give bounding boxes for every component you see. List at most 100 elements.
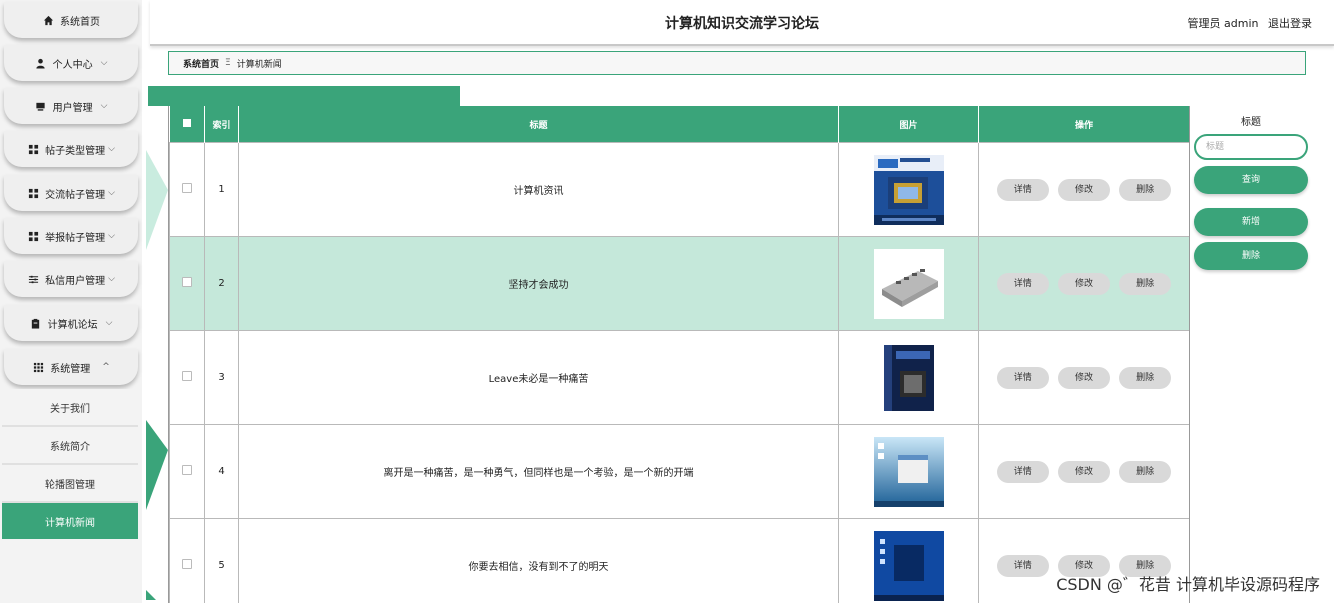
grid-icon (27, 187, 39, 199)
breadcrumb-home[interactable]: 系统首页 (183, 57, 219, 70)
clipboard-icon (30, 317, 42, 329)
column-header-action: 操作 (978, 106, 1189, 143)
logout-button[interactable]: 退出登录 (1268, 17, 1312, 30)
decorative-shape (146, 590, 156, 600)
detail-button[interactable]: 详情 (996, 366, 1049, 389)
sidebar-item-posts[interactable]: 交流帖子管理 ⌵ (4, 175, 138, 211)
watermark: CSDN @゛花昔 计算机毕设源码程序 (1056, 575, 1320, 594)
sidebar-subitem-label: 计算机新闻 (45, 517, 95, 529)
sidebar-item-home[interactable]: 系统首页 (4, 2, 138, 38)
column-header-index: 索引 (204, 106, 239, 143)
row-title: 你要去相信，没有到不了的明天 (238, 518, 839, 603)
sidebar-item-label: 交流帖子管理 (45, 189, 106, 201)
chevron-down-icon: ⌵ (108, 231, 115, 241)
table-row: 1 计算机资讯 详情 修改 删除 (169, 142, 1189, 237)
chevron-down-icon: ⌵ (108, 188, 115, 198)
sidebar-subitem-label: 关于我们 (50, 403, 90, 415)
header: 计算机知识交流学习论坛 管理员 admin 退出登录 (150, 0, 1334, 46)
apps-icon (32, 361, 44, 373)
decorative-bar (148, 86, 460, 106)
add-button[interactable]: 新增 (1194, 208, 1308, 236)
row-checkbox[interactable] (182, 183, 192, 193)
detail-button[interactable]: 详情 (996, 460, 1049, 483)
sidebar-item-label: 举报帖子管理 (45, 232, 106, 244)
column-header-title: 标题 (238, 106, 839, 143)
edit-button[interactable]: 修改 (1058, 178, 1110, 201)
user-icon (35, 57, 47, 69)
chevron-down-icon: ⌵ (105, 318, 113, 328)
chevron-down-icon: ⌵ (100, 101, 108, 111)
sliders-icon (27, 273, 39, 285)
software-box-image (873, 342, 944, 413)
row-title: 坚持才会成功 (238, 236, 839, 331)
desktop-screenshot-image (873, 436, 944, 507)
sidebar-subitem-carousel[interactable]: 轮播图管理 (2, 465, 138, 501)
table-row: 4 离开是一种痛苦，是一种勇气，但同样也是一个考验，是一个新的开端 详情 修改 … (169, 424, 1189, 519)
delete-button[interactable]: 删除 (1119, 272, 1172, 295)
grid-icon (27, 230, 39, 242)
chevron-down-icon: ⌵ (100, 58, 108, 68)
edit-button[interactable]: 修改 (1058, 460, 1110, 483)
sidebar-item-label: 用户管理 (52, 102, 93, 114)
breadcrumb: 系统首页 Ξ 计算机新闻 (168, 51, 1306, 75)
row-checkbox[interactable] (182, 371, 192, 381)
usb-hub-image (873, 248, 944, 319)
home-icon (42, 14, 54, 26)
detail-button[interactable]: 详情 (996, 272, 1049, 295)
sidebar-subitem-intro[interactable]: 系统简介 (2, 427, 138, 463)
cpu-box-image (873, 154, 944, 225)
sidebar-item-forum[interactable]: 计算机论坛 ⌵ (4, 305, 138, 341)
edit-button[interactable]: 修改 (1058, 272, 1110, 295)
sidebar-subitem-news[interactable]: 计算机新闻 (2, 503, 138, 539)
sidebar-item-messages[interactable]: 私信用户管理 ⌵ (4, 261, 138, 297)
table-row: 5 你要去相信，没有到不了的明天 详情 修改 删除 (169, 518, 1189, 603)
delete-button[interactable]: 删除 (1119, 366, 1172, 389)
search-input[interactable]: 标题 (1194, 134, 1308, 160)
query-button[interactable]: 查询 (1194, 166, 1308, 194)
sidebar: 系统首页 个人中心 ⌵ 用户管理 ⌵ 帖子类型管理 ⌵ 交流帖子管理 ⌵ 举报帖… (0, 0, 142, 603)
sidebar-item-label: 计算机论坛 (47, 319, 98, 331)
chevron-down-icon: ⌵ (108, 274, 115, 284)
delete-button[interactable]: 删除 (1119, 178, 1172, 201)
row-checkbox[interactable] (182, 559, 192, 569)
sidebar-item-users[interactable]: 用户管理 ⌵ (4, 88, 138, 124)
chevron-up-icon: ^ (102, 362, 110, 372)
chevron-down-icon: ⌵ (108, 144, 115, 154)
detail-button[interactable]: 详情 (996, 554, 1049, 577)
detail-button[interactable]: 详情 (996, 178, 1049, 201)
search-label: 标题 (1241, 117, 1261, 128)
sidebar-item-system[interactable]: 系统管理 ^ (4, 349, 138, 385)
monitor-icon (35, 100, 47, 112)
user-name: 管理员 admin (1187, 17, 1259, 30)
batch-delete-button[interactable]: 删除 (1194, 242, 1308, 270)
table-header-row: 索引 标题 图片 操作 (169, 106, 1189, 143)
sidebar-item-reports[interactable]: 举报帖子管理 ⌵ (4, 218, 138, 254)
row-index: 1 (204, 142, 239, 237)
sidebar-item-label: 个人中心 (52, 59, 93, 71)
row-index: 5 (204, 518, 239, 603)
row-title: Leave未必是一种痛苦 (238, 330, 839, 425)
app-title: 计算机知识交流学习论坛 (665, 16, 819, 32)
table-row: 3 Leave未必是一种痛苦 详情 修改 删除 (169, 330, 1189, 425)
breadcrumb-current: 计算机新闻 (236, 59, 282, 70)
row-index: 2 (204, 236, 239, 331)
user-area: 管理员 admin 退出登录 (1182, 15, 1312, 31)
sidebar-item-post-types[interactable]: 帖子类型管理 ⌵ (4, 131, 138, 167)
breadcrumb-separator: Ξ (225, 58, 231, 68)
sidebar-item-label: 系统首页 (60, 16, 100, 28)
row-index: 4 (204, 424, 239, 519)
edit-button[interactable]: 修改 (1058, 366, 1110, 389)
table-row: 2 坚持才会成功 详情 修改 删除 (169, 236, 1189, 331)
row-checkbox[interactable] (182, 277, 192, 287)
delete-button[interactable]: 删除 (1119, 460, 1172, 483)
select-all-checkbox[interactable] (169, 106, 205, 143)
row-checkbox[interactable] (182, 465, 192, 475)
windows-start-image (873, 530, 944, 601)
row-title: 计算机资讯 (238, 142, 839, 237)
sidebar-item-label: 系统管理 (50, 363, 91, 375)
decorative-shape (146, 420, 168, 510)
row-index: 3 (204, 330, 239, 425)
sidebar-subitem-label: 轮播图管理 (45, 479, 95, 491)
sidebar-subitem-about[interactable]: 关于我们 (2, 389, 138, 425)
sidebar-item-profile[interactable]: 个人中心 ⌵ (4, 45, 138, 81)
